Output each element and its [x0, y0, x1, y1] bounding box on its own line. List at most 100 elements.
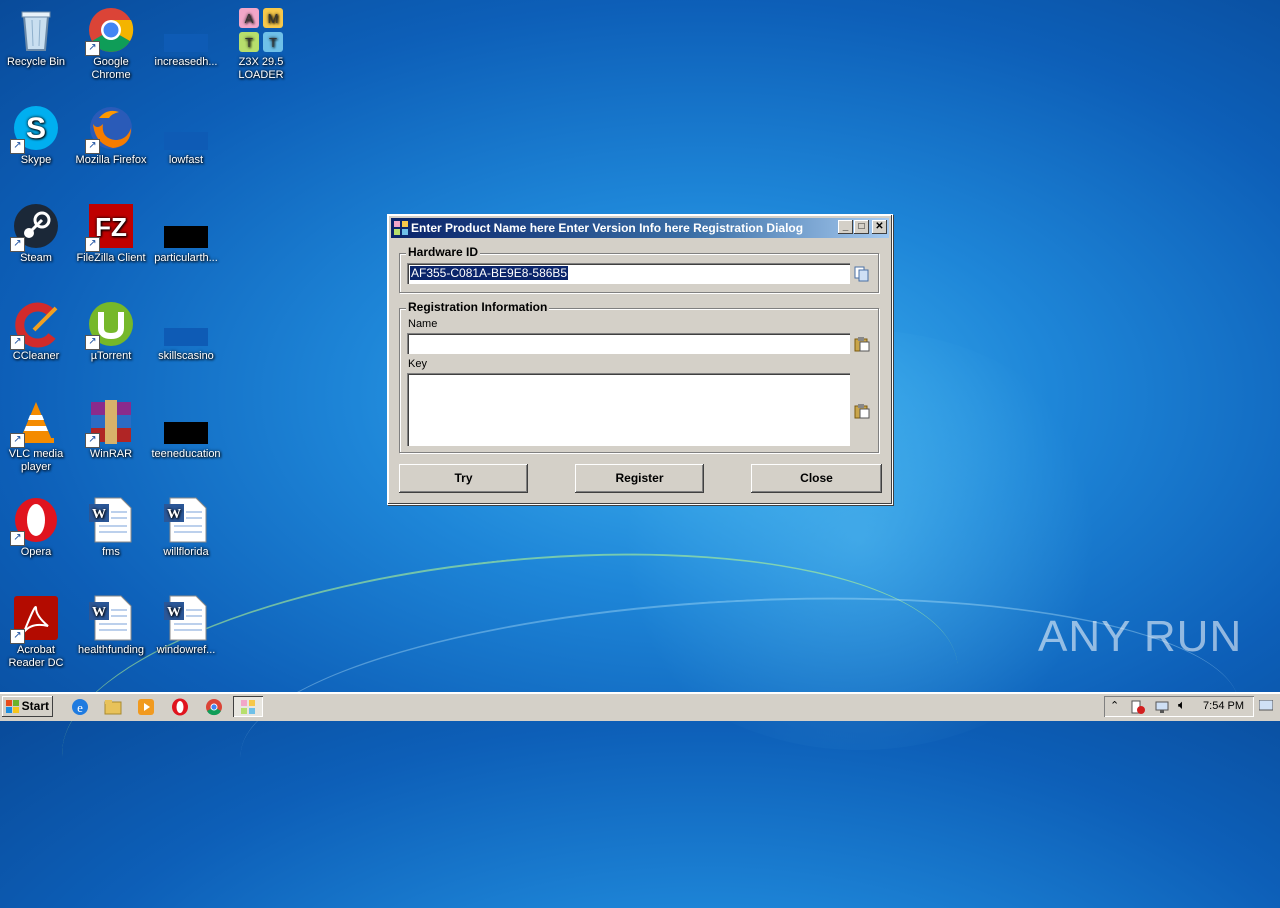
word-document-icon: W	[87, 594, 135, 642]
file-icon	[162, 6, 210, 54]
clock[interactable]: 7:54 PM	[1203, 700, 1244, 712]
shortcut-arrow-icon: ↗	[10, 139, 25, 154]
desktop-icon-label: Z3X 29.5 LOADER	[238, 56, 284, 81]
desktop-icon-skype[interactable]: S ↗ Skype	[0, 98, 74, 167]
desktop-icon-label: µTorrent	[90, 350, 132, 362]
word-document-icon: W	[162, 594, 210, 642]
shortcut-arrow-icon: ↗	[85, 139, 100, 154]
start-button[interactable]: Start	[2, 696, 53, 717]
desktop-icon-firefox[interactable]: ↗ Mozilla Firefox	[73, 98, 149, 167]
desktop-icon-label: WinRAR	[89, 448, 133, 460]
key-input[interactable]	[407, 373, 850, 446]
shortcut-arrow-icon: ↗	[10, 531, 25, 546]
shortcut-arrow-icon: ↗	[10, 237, 25, 252]
volume-icon[interactable]: 🔈︎	[1178, 698, 1186, 713]
desktop-icon-increasedh[interactable]: increasedh...	[148, 0, 224, 69]
desktop-icon-windowref[interactable]: W windowref...	[148, 588, 224, 657]
opera-icon: ↗	[10, 496, 60, 546]
opera-taskbar-icon[interactable]	[171, 698, 189, 716]
shortcut-arrow-icon: ↗	[10, 335, 25, 350]
desktop-icon-vlc[interactable]: ↗ VLC media player	[0, 392, 74, 474]
desktop-icon-chrome[interactable]: ↗ Google Chrome	[73, 0, 149, 82]
desktop-icon-opera[interactable]: ↗ Opera	[0, 490, 74, 559]
minimize-button[interactable]: _	[838, 220, 853, 234]
try-button[interactable]: Try	[399, 464, 528, 493]
desktop-icon-label: healthfunding	[77, 644, 145, 656]
ccleaner-icon: ↗	[10, 300, 60, 350]
file-icon	[162, 104, 210, 152]
media-player-icon[interactable]	[137, 698, 155, 716]
desktop-icon-label: Acrobat Reader DC	[8, 644, 64, 669]
file-icon	[162, 398, 210, 446]
hardware-id-group-label: Hardware ID	[406, 245, 481, 259]
chrome-icon: ↗	[85, 6, 135, 56]
name-input[interactable]	[407, 333, 850, 354]
action-center-icon[interactable]	[1130, 699, 1146, 715]
chrome-taskbar-icon[interactable]	[205, 698, 223, 716]
desktop-icon-z3x-loader[interactable]: A M T T Z3X 29.5 LOADER	[223, 0, 299, 82]
recycle-bin-icon	[12, 6, 60, 54]
taskbar: Start e ⌃ 🔈︎ 7:54 PM	[0, 692, 1280, 721]
paste-icon[interactable]	[854, 336, 870, 352]
desktop-icon-teeneducation[interactable]: teeneducation	[148, 392, 224, 461]
copy-icon[interactable]	[854, 266, 870, 282]
z3x-letter: A	[245, 11, 254, 26]
utorrent-icon: ↗	[85, 300, 135, 350]
acrobat-icon: ↗	[10, 594, 60, 644]
word-document-icon: W	[162, 496, 210, 544]
file-icon	[162, 300, 210, 348]
desktop-icon-label: skillscasino	[158, 350, 214, 362]
dialog-titlebar[interactable]: Enter Product Name here Enter Version In…	[391, 218, 889, 238]
windows-flag-icon	[6, 700, 19, 713]
close-icon: ✕	[875, 221, 884, 232]
desktop-icon-willflorida[interactable]: W willflorida	[148, 490, 224, 559]
hardware-id-value: AF355-C081A-BE9E8-586B5	[410, 266, 569, 280]
desktop-icon-skillscasino[interactable]: skillscasino	[148, 294, 224, 363]
vlc-icon: ↗	[10, 398, 60, 448]
close-window-button[interactable]: ✕	[872, 220, 887, 234]
desktop-icon-particularth[interactable]: particularth...	[148, 196, 224, 265]
desktop-icon-acrobat[interactable]: ↗ Acrobat Reader DC	[0, 588, 74, 670]
z3x-letter: T	[269, 35, 277, 50]
register-button[interactable]: Register	[575, 464, 704, 493]
shortcut-arrow-icon: ↗	[85, 433, 100, 448]
ie-icon[interactable]: e	[71, 698, 89, 716]
desktop-icon-label: Mozilla Firefox	[75, 154, 147, 166]
taskbar-z3x-button[interactable]	[233, 696, 263, 717]
desktop-icon-label: Skype	[20, 154, 52, 166]
z3x-loader-icon: A M T T	[237, 6, 285, 54]
network-icon[interactable]	[1154, 699, 1170, 715]
desktop-icon-lowfast[interactable]: lowfast	[148, 98, 224, 167]
desktop-icon-label: Steam	[20, 252, 52, 264]
desktop-icon-ccleaner[interactable]: ↗ CCleaner	[0, 294, 74, 363]
desktop-icon-label: Recycle Bin	[6, 56, 66, 68]
maximize-button[interactable]: □	[854, 220, 869, 234]
desktop-icon-healthfunding[interactable]: W healthfunding	[73, 588, 149, 657]
desktop-icon-winrar[interactable]: ↗ WinRAR	[73, 392, 149, 461]
svg-text:e: e	[77, 700, 83, 715]
explorer-folder-icon[interactable]	[104, 698, 122, 716]
paste-icon[interactable]	[854, 403, 870, 419]
desktop-icon-label: willflorida	[163, 546, 209, 558]
svg-text:W: W	[92, 507, 106, 522]
desktop-icon-recycle-bin[interactable]: Recycle Bin	[0, 0, 74, 69]
show-desktop-icon[interactable]	[1259, 700, 1273, 712]
desktop-icon-fms[interactable]: W fms	[73, 490, 149, 559]
app-icon	[394, 221, 408, 235]
name-label: Name	[408, 318, 438, 330]
shortcut-arrow-icon: ↗	[85, 237, 100, 252]
firefox-icon: ↗	[85, 104, 135, 154]
registration-dialog: Enter Product Name here Enter Version In…	[387, 214, 893, 505]
desktop-icon-filezilla[interactable]: FZ ↗ FileZilla Client	[73, 196, 149, 265]
hardware-id-field[interactable]: AF355-C081A-BE9E8-586B5	[407, 263, 850, 284]
desktop-icon-utorrent[interactable]: ↗ µTorrent	[73, 294, 149, 363]
z3x-letter: T	[245, 35, 253, 50]
winrar-icon: ↗	[85, 398, 135, 448]
start-label: Start	[21, 699, 49, 713]
desktop-icon-steam[interactable]: ↗ Steam	[0, 196, 74, 265]
desktop-icon-label: lowfast	[168, 154, 204, 166]
close-button[interactable]: Close	[751, 464, 882, 493]
show-hidden-icons-icon[interactable]: ⌃	[1110, 699, 1119, 712]
shortcut-arrow-icon: ↗	[85, 41, 100, 56]
desktop-icon-label: particularth...	[154, 252, 218, 264]
